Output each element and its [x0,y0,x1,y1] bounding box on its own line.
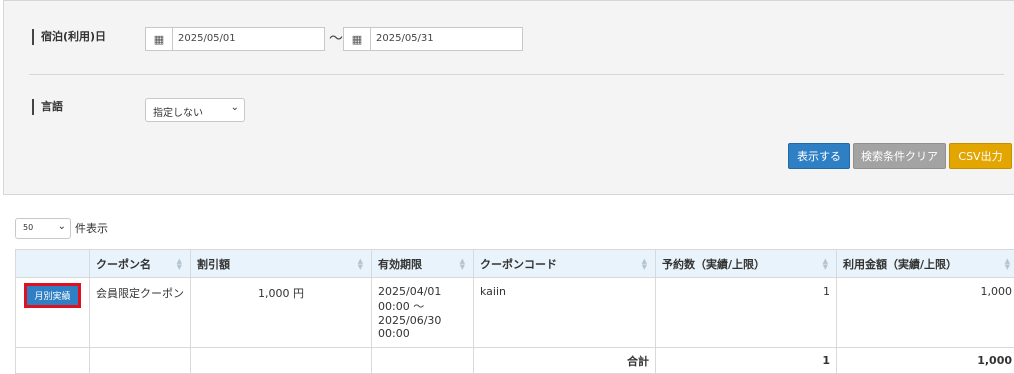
header-validity[interactable]: 有効期限▲▼ [372,250,474,278]
monthly-results-button[interactable]: 月別実績 [24,283,80,308]
language-select-value: 指定しない [153,104,203,119]
language-label: 言語 [32,99,63,115]
sort-icon: ▲▼ [823,258,828,270]
header-coupon-name[interactable]: クーポン名▲▼ [90,250,191,278]
language-select[interactable]: 指定しない ⌄ [145,98,245,122]
chevron-down-icon: ⌄ [231,102,239,113]
date-to-field[interactable]: ▦ 2025/05/31 [343,27,523,51]
cell-reservations: 1 [656,278,837,348]
sort-icon: ▲▼ [177,258,182,270]
calendar-icon[interactable]: ▦ [344,28,371,50]
cell-coupon-name: 会員限定クーポン [90,278,191,348]
per-page-select[interactable]: 50 ⌄ [15,218,71,239]
cell-amount: 1,000 [837,278,1014,348]
coupon-table: クーポン名▲▼ 割引額▲▼ 有効期限▲▼ クーポンコード▲▼ 予約数（実績/上限… [15,249,1014,374]
chevron-down-icon: ⌄ [58,221,66,232]
per-page-value: 50 [23,223,33,232]
date-to-value: 2025/05/31 [376,33,434,44]
header-reservations[interactable]: 予約数（実績/上限）▲▼ [656,250,837,278]
header-amount[interactable]: 利用金額（実績/上限）▲▼ [837,250,1014,278]
divider [29,74,1004,75]
cell-discount: 1,000 円 [191,278,372,348]
show-button[interactable]: 表示する [788,143,850,169]
cell-validity: 2025/04/01 00:00 ～ 2025/06/30 00:00 [372,278,474,348]
calendar-icon[interactable]: ▦ [146,28,173,50]
action-cell: 月別実績 [16,278,90,348]
stay-date-label: 宿泊(利用)日 [32,29,106,45]
sort-icon: ▲▼ [460,258,465,270]
cell-coupon-code: kaiin [474,278,656,348]
filter-panel: 宿泊(利用)日 ▦ 2025/05/01 ～ ▦ 2025/05/31 言語 指… [3,0,1014,195]
sort-icon: ▲▼ [358,258,363,270]
sort-icon: ▲▼ [1005,258,1010,270]
sort-icon: ▲▼ [642,258,647,270]
per-page-label: 件表示 [75,220,108,236]
table-header-row: クーポン名▲▼ 割引額▲▼ 有効期限▲▼ クーポンコード▲▼ 予約数（実績/上限… [16,250,1014,278]
header-coupon-code[interactable]: クーポンコード▲▼ [474,250,656,278]
header-action [16,250,90,278]
date-from-field[interactable]: ▦ 2025/05/01 [145,27,325,51]
table-row: 月別実績 会員限定クーポン 1,000 円 2025/04/01 00:00 ～… [16,278,1014,348]
csv-export-button[interactable]: CSV出力 [949,143,1012,169]
header-discount[interactable]: 割引額▲▼ [191,250,372,278]
range-separator: ～ [329,28,343,48]
date-from-value: 2025/05/01 [178,33,236,44]
clear-conditions-button[interactable]: 検索条件クリア [853,143,946,169]
